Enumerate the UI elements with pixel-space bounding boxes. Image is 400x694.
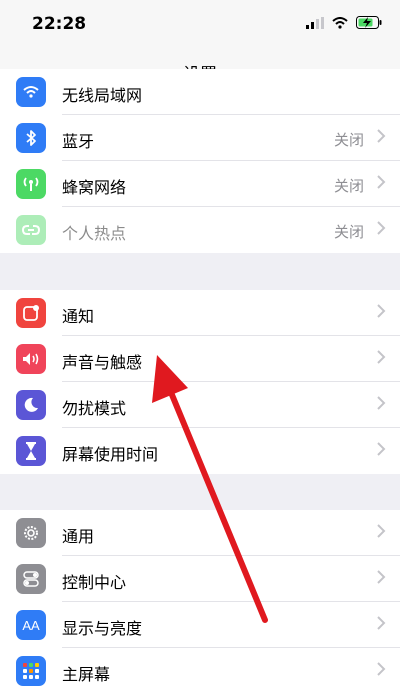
settings-row-label: 蜂窝网络 [62, 178, 127, 197]
status-icons [306, 16, 382, 29]
settings-row-label: 屏幕使用时间 [62, 445, 159, 464]
settings-row-label: 通知 [62, 307, 95, 326]
bluetooth-icon [16, 123, 46, 153]
settings-row-screen-time[interactable]: 屏幕使用时间 [0, 428, 400, 474]
settings-row-sounds[interactable]: 声音与触感 [0, 336, 400, 382]
text-size-glyph: AA [22, 617, 40, 633]
notifications-group: 通知 声音与触感 勿扰模式 屏幕使用时间 [0, 290, 400, 474]
settings-row-bluetooth[interactable]: 蓝牙 关闭 [0, 115, 400, 161]
chevron-right-icon [377, 221, 386, 235]
wifi-status-icon [332, 16, 348, 29]
settings-row-label: 显示与亮度 [62, 619, 143, 638]
chevron-right-icon [377, 350, 386, 364]
settings-row-label: 勿扰模式 [62, 399, 127, 418]
settings-row-label: 蓝牙 [62, 132, 95, 151]
chevron-right-icon [377, 442, 386, 456]
chevron-right-icon [377, 129, 386, 143]
chevron-right-icon [377, 396, 386, 410]
chevron-right-icon [377, 662, 386, 676]
settings-row-value: 关闭 [333, 223, 364, 241]
cellular-antenna-icon [16, 169, 46, 199]
hourglass-icon [16, 436, 46, 466]
hotspot-link-icon [16, 215, 46, 245]
chevron-right-icon [377, 304, 386, 318]
connectivity-group: 无线局域网 蓝牙 关闭 蜂窝网络 关闭 个人热点 关闭 [0, 69, 400, 253]
signal-icon [306, 16, 324, 29]
chevron-right-icon [377, 524, 386, 538]
settings-row-label: 个人热点 [62, 224, 127, 243]
speaker-icon [16, 344, 46, 374]
chevron-right-icon [377, 616, 386, 630]
settings-row-home-screen[interactable]: 主屏幕 [0, 648, 400, 694]
settings-row-label: 通用 [62, 527, 95, 546]
chevron-right-icon [377, 570, 386, 584]
settings-row-label: 声音与触感 [62, 353, 143, 372]
settings-row-control-center[interactable]: 控制中心 [0, 556, 400, 602]
settings-row-label: 主屏幕 [62, 665, 111, 684]
settings-row-do-not-disturb[interactable]: 勿扰模式 [0, 382, 400, 428]
settings-row-display[interactable]: AA 显示与亮度 [0, 602, 400, 648]
settings-row-value: 关闭 [333, 131, 364, 149]
status-time: 22:28 [32, 14, 87, 34]
moon-icon [16, 390, 46, 420]
home-screen-grid-icon [16, 656, 46, 686]
text-size-icon: AA [16, 610, 46, 640]
settings-row-hotspot[interactable]: 个人热点 关闭 [0, 207, 400, 253]
settings-row-wifi[interactable]: 无线局域网 [0, 69, 400, 115]
wifi-icon [16, 77, 46, 107]
settings-row-cellular[interactable]: 蜂窝网络 关闭 [0, 161, 400, 207]
settings-row-label: 控制中心 [62, 573, 127, 592]
settings-row-general[interactable]: 通用 [0, 510, 400, 556]
settings-row-label: 无线局域网 [62, 86, 143, 105]
status-bar: 22:28 [0, 0, 400, 48]
toggles-icon [16, 564, 46, 594]
battery-charging-icon [356, 16, 382, 29]
chevron-right-icon [377, 175, 386, 189]
general-group: 通用 控制中心 AA 显示与亮度 主屏幕 [0, 510, 400, 694]
settings-row-value: 关闭 [333, 177, 364, 195]
gear-icon [16, 518, 46, 548]
notification-icon [16, 298, 46, 328]
settings-row-notifications[interactable]: 通知 [0, 290, 400, 336]
